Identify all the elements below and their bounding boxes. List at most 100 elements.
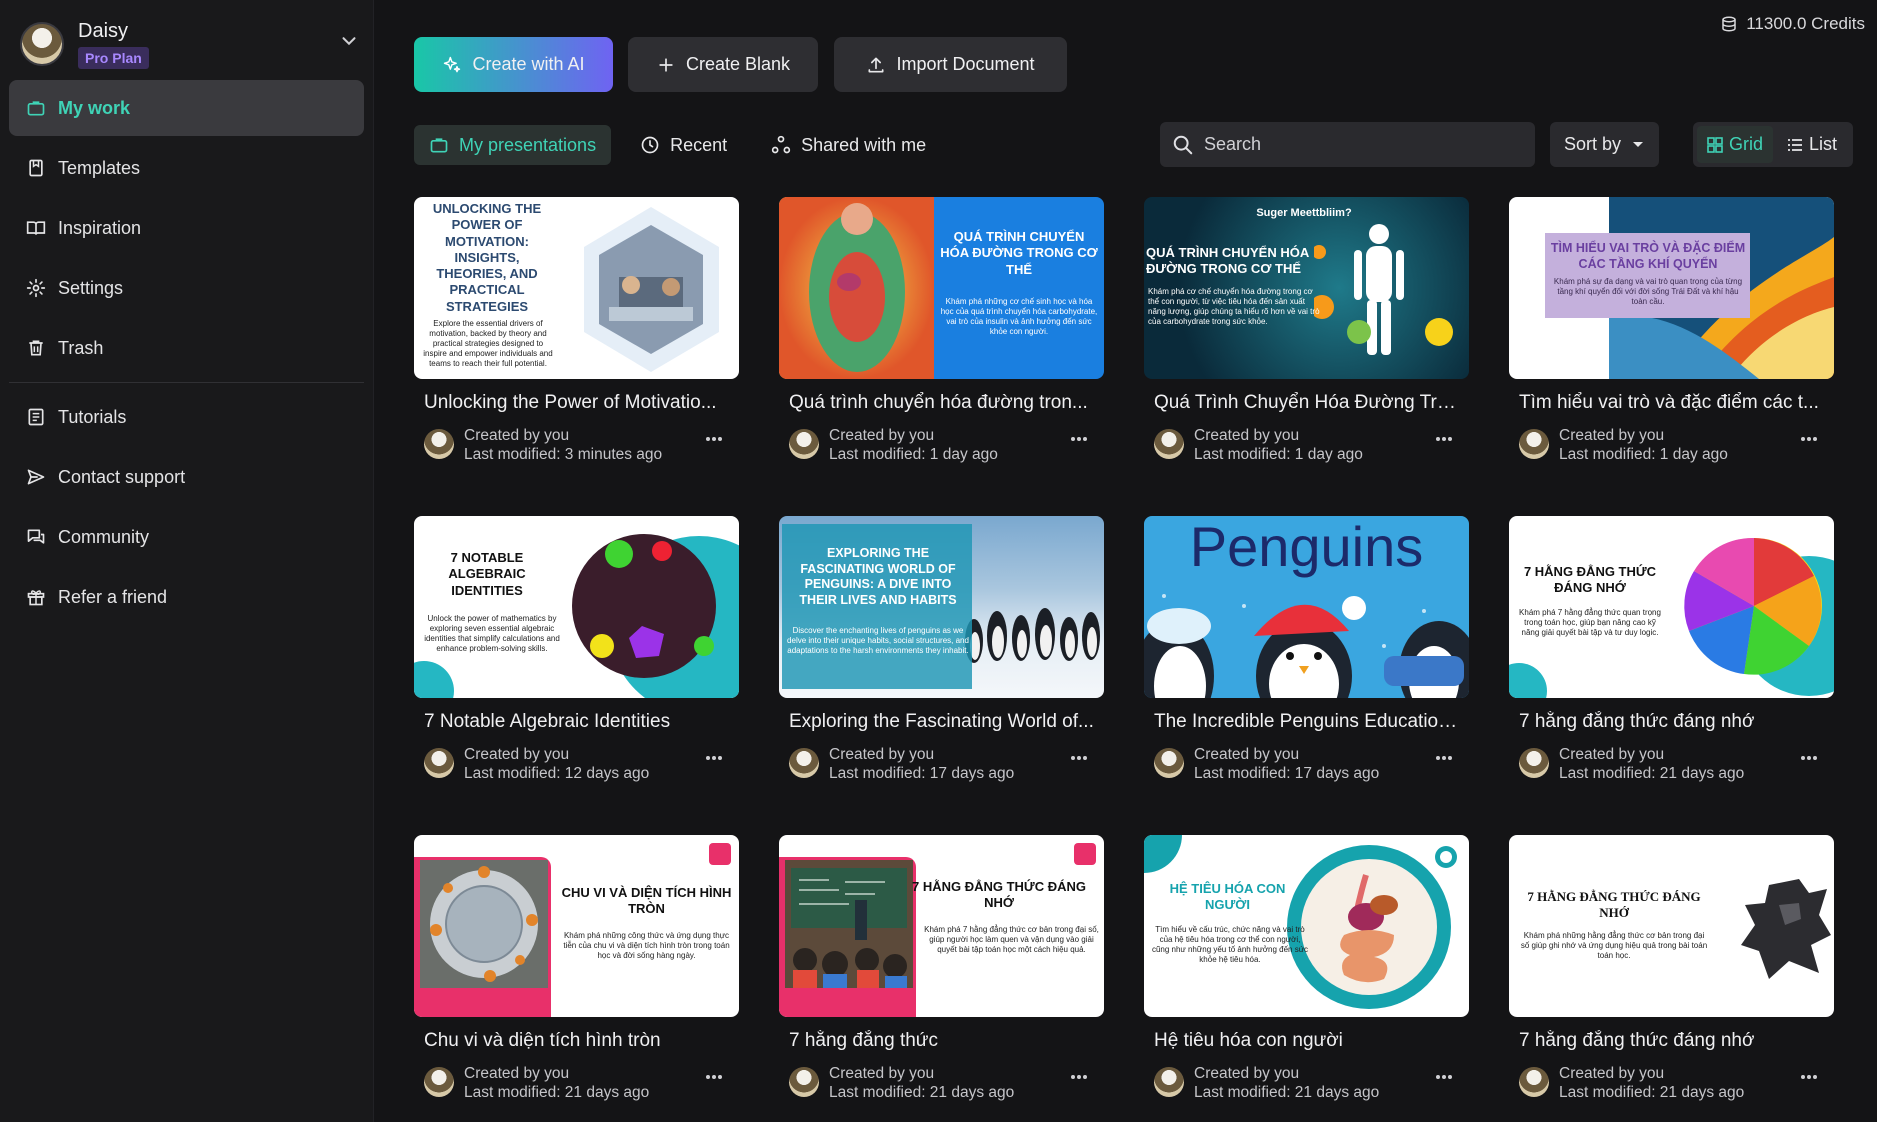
avatar	[424, 429, 454, 459]
card-creator: Created by you	[1194, 427, 1300, 444]
more-options-icon[interactable]	[1798, 751, 1820, 765]
presentation-card[interactable]: EXPLORING THE FASCINATING WORLD OF PENGU…	[779, 516, 1104, 783]
create-blank-button[interactable]: Create Blank	[628, 37, 818, 92]
sidebar-item-settings[interactable]: Settings	[9, 260, 364, 316]
tab-label: Shared with me	[801, 134, 927, 155]
avatar	[1519, 1067, 1549, 1097]
sidebar-item-refer-a-friend[interactable]: Refer a friend	[9, 569, 364, 625]
grid-label: Grid	[1729, 134, 1764, 154]
card-title[interactable]: 7 Notable Algebraic Identities	[414, 711, 729, 733]
presentation-card[interactable]: TÌM HIỂU VAI TRÒ VÀ ĐẶC ĐIỂM CÁC TẦNG KH…	[1509, 197, 1834, 464]
more-options-icon[interactable]	[1068, 1070, 1090, 1084]
presentation-card[interactable]: QUÁ TRÌNH CHUYỂN HÓA ĐƯỜNG TRONG CƠ THỂ …	[779, 197, 1104, 464]
card-title[interactable]: 7 hằng đẳng thức đáng nhớ	[1509, 1030, 1824, 1052]
card-title[interactable]: Chu vi và diện tích hình tròn	[414, 1030, 729, 1052]
profile-menu[interactable]: Daisy Pro Plan	[20, 14, 360, 74]
presentation-card[interactable]: Penguins The Incredible Penguins Educati…	[1144, 516, 1469, 783]
card-title[interactable]: Exploring the Fascinating World of...	[779, 711, 1094, 733]
sidebar-item-contact-support[interactable]: Contact support	[9, 449, 364, 505]
card-modified: Last modified: 21 days ago	[1559, 765, 1745, 782]
more-options-icon[interactable]	[1433, 1070, 1455, 1084]
thumbnail-subtitle: Discover the enchanting lives of penguin…	[787, 626, 969, 655]
presentation-thumbnail[interactable]: 7 HẰNG ĐẲNG THỨC ĐÁNG NHỚ Khám phá 7 hằn…	[1509, 516, 1834, 698]
presentation-thumbnail[interactable]: Penguins	[1144, 516, 1469, 698]
more-options-icon[interactable]	[1433, 432, 1455, 446]
penguin-colony-image	[965, 608, 1100, 663]
chevron-down-icon[interactable]	[338, 30, 360, 52]
presentation-thumbnail[interactable]: Suger Meettbliim? QUÁ TRÌNH CHUYỂN HÓA Đ…	[1144, 197, 1469, 379]
card-title[interactable]: 7 hằng đẳng thức đáng nhớ	[1509, 711, 1824, 733]
presentation-card[interactable]: HỆ TIÊU HÓA CON NGƯỜI Tìm hiểu về cấu tr…	[1144, 835, 1469, 1102]
presentation-thumbnail[interactable]: EXPLORING THE FASCINATING WORLD OF PENGU…	[779, 516, 1104, 698]
sidebar-item-inspiration[interactable]: Inspiration	[9, 200, 364, 256]
card-modified: Last modified: 12 days ago	[464, 765, 650, 782]
card-title[interactable]: Quá Trình Chuyển Hóa Đường Tro...	[1144, 392, 1459, 414]
more-options-icon[interactable]	[1068, 751, 1090, 765]
thumbnail-subtitle: Unlock the power of mathematics by explo…	[424, 614, 560, 653]
sidebar-item-community[interactable]: Community	[9, 509, 364, 565]
sparkle-icon	[444, 56, 461, 72]
presentation-card[interactable]: CHU VI VÀ DIỆN TÍCH HÌNH TRÒN Khám phá n…	[414, 835, 739, 1102]
presentation-thumbnail[interactable]: 7 HẰNG ĐẲNG THỨC ĐÁNG NHỚ Khám phá 7 hằn…	[779, 835, 1104, 1017]
more-options-icon[interactable]	[703, 751, 725, 765]
more-options-icon[interactable]	[1798, 432, 1820, 446]
import-document-button[interactable]: Import Document	[834, 37, 1067, 92]
tab-recent[interactable]: Recent	[625, 125, 742, 165]
presentation-thumbnail[interactable]: CHU VI VÀ DIỆN TÍCH HÌNH TRÒN Khám phá n…	[414, 835, 739, 1017]
card-title[interactable]: Quá trình chuyển hóa đường tron...	[779, 392, 1094, 414]
thumbnail-title: EXPLORING THE FASCINATING WORLD OF PENGU…	[799, 546, 957, 607]
search-icon	[1173, 135, 1193, 154]
user-name: Daisy	[78, 19, 129, 42]
card-title[interactable]: Tìm hiểu vai trò và đặc điểm các t...	[1509, 392, 1824, 414]
sidebar-item-my-work[interactable]: My work	[9, 80, 364, 136]
circle-plate-image	[420, 860, 548, 988]
sidebar-item-templates[interactable]: Templates	[9, 140, 364, 196]
book-icon	[26, 221, 46, 235]
sidebar-item-tutorials[interactable]: Tutorials	[9, 389, 364, 445]
card-modified: Last modified: 21 days ago	[1559, 1084, 1745, 1101]
plus-icon	[659, 57, 673, 72]
document-icon	[28, 408, 44, 426]
sidebar-item-label: Settings	[58, 277, 124, 298]
presentation-card[interactable]: 7 HẰNG ĐẲNG THỨC ĐÁNG NHỚ Khám phá 7 hằn…	[779, 835, 1104, 1102]
more-options-icon[interactable]	[1798, 1070, 1820, 1084]
presentation-thumbnail[interactable]: 7 HẰNG ĐẲNG THỨC ĐÁNG NHỚ Khám phá những…	[1509, 835, 1834, 1017]
list-view-button[interactable]: List	[1777, 126, 1847, 163]
presentation-card[interactable]: 7 NOTABLE ALGEBRAIC IDENTITIES Unlock th…	[414, 516, 739, 783]
gift-icon	[27, 590, 45, 606]
caret-down-icon	[1633, 141, 1643, 147]
presentation-thumbnail[interactable]: QUÁ TRÌNH CHUYỂN HÓA ĐƯỜNG TRONG CƠ THỂ …	[779, 197, 1104, 379]
more-options-icon[interactable]	[1068, 432, 1090, 446]
more-options-icon[interactable]	[703, 1070, 725, 1084]
card-title[interactable]: Unlocking the Power of Motivatio...	[414, 392, 729, 414]
presentation-card[interactable]: 7 HẰNG ĐẲNG THỨC ĐÁNG NHỚ Khám phá những…	[1509, 835, 1834, 1102]
tab-shared-with-me[interactable]: Shared with me	[756, 125, 941, 165]
more-options-icon[interactable]	[703, 432, 725, 446]
presentation-thumbnail[interactable]: UNLOCKING THE POWER OF MOTIVATION: INSIG…	[414, 197, 739, 379]
presentation-card[interactable]: Suger Meettbliim? QUÁ TRÌNH CHUYỂN HÓA Đ…	[1144, 197, 1469, 464]
sidebar-item-trash[interactable]: Trash	[9, 320, 364, 376]
presentation-thumbnail[interactable]: TÌM HIỂU VAI TRÒ VÀ ĐẶC ĐIỂM CÁC TẦNG KH…	[1509, 197, 1834, 379]
card-title[interactable]: Hệ tiêu hóa con người	[1144, 1030, 1459, 1052]
thumbnail-title: 7 HẰNG ĐẲNG THỨC ĐÁNG NHỚ	[1527, 889, 1701, 921]
card-modified: Last modified: 21 days ago	[464, 1084, 650, 1101]
grid-view-button[interactable]: Grid	[1697, 126, 1774, 163]
trash-icon	[29, 340, 43, 356]
card-title[interactable]: The Incredible Penguins Education...	[1144, 711, 1459, 733]
sort-dropdown[interactable]: Sort by	[1550, 122, 1659, 167]
search-input[interactable]	[1204, 134, 1504, 155]
card-title[interactable]: 7 hằng đẳng thức	[779, 1030, 1094, 1052]
classroom-image	[785, 860, 913, 988]
presentation-card[interactable]: 7 HẰNG ĐẲNG THỨC ĐÁNG NHỚ Khám phá 7 hằn…	[1509, 516, 1834, 783]
card-creator: Created by you	[1194, 1065, 1300, 1082]
more-options-icon[interactable]	[1433, 751, 1455, 765]
presentation-card[interactable]: UNLOCKING THE POWER OF MOTIVATION: INSIG…	[414, 197, 739, 464]
create-with-ai-button[interactable]: Create with AI	[414, 37, 613, 92]
presentation-thumbnail[interactable]: HỆ TIÊU HÓA CON NGƯỜI Tìm hiểu về cấu tr…	[1144, 835, 1469, 1017]
thumbnail-subtitle: Khám phá 7 hằng đẳng thức quan trọng tro…	[1519, 608, 1661, 637]
office-team-image	[584, 207, 719, 372]
card-modified: Last modified: 17 days ago	[829, 765, 1015, 782]
presentation-thumbnail[interactable]: 7 NOTABLE ALGEBRAIC IDENTITIES Unlock th…	[414, 516, 739, 698]
tab-my-presentations[interactable]: My presentations	[414, 125, 612, 165]
thumbnail-subtitle: Tìm hiểu về cấu trúc, chức năng và vai t…	[1151, 925, 1309, 964]
